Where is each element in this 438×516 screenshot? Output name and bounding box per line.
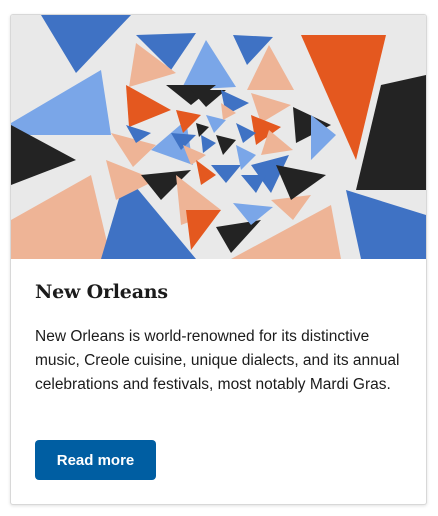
hero-illustration (11, 15, 426, 259)
read-more-button[interactable]: Read more (35, 440, 156, 480)
article-card: New Orleans New Orleans is world-renowne… (10, 14, 427, 505)
card-title: New Orleans (35, 281, 168, 303)
card-description: New Orleans is world-renowned for its di… (35, 328, 400, 393)
